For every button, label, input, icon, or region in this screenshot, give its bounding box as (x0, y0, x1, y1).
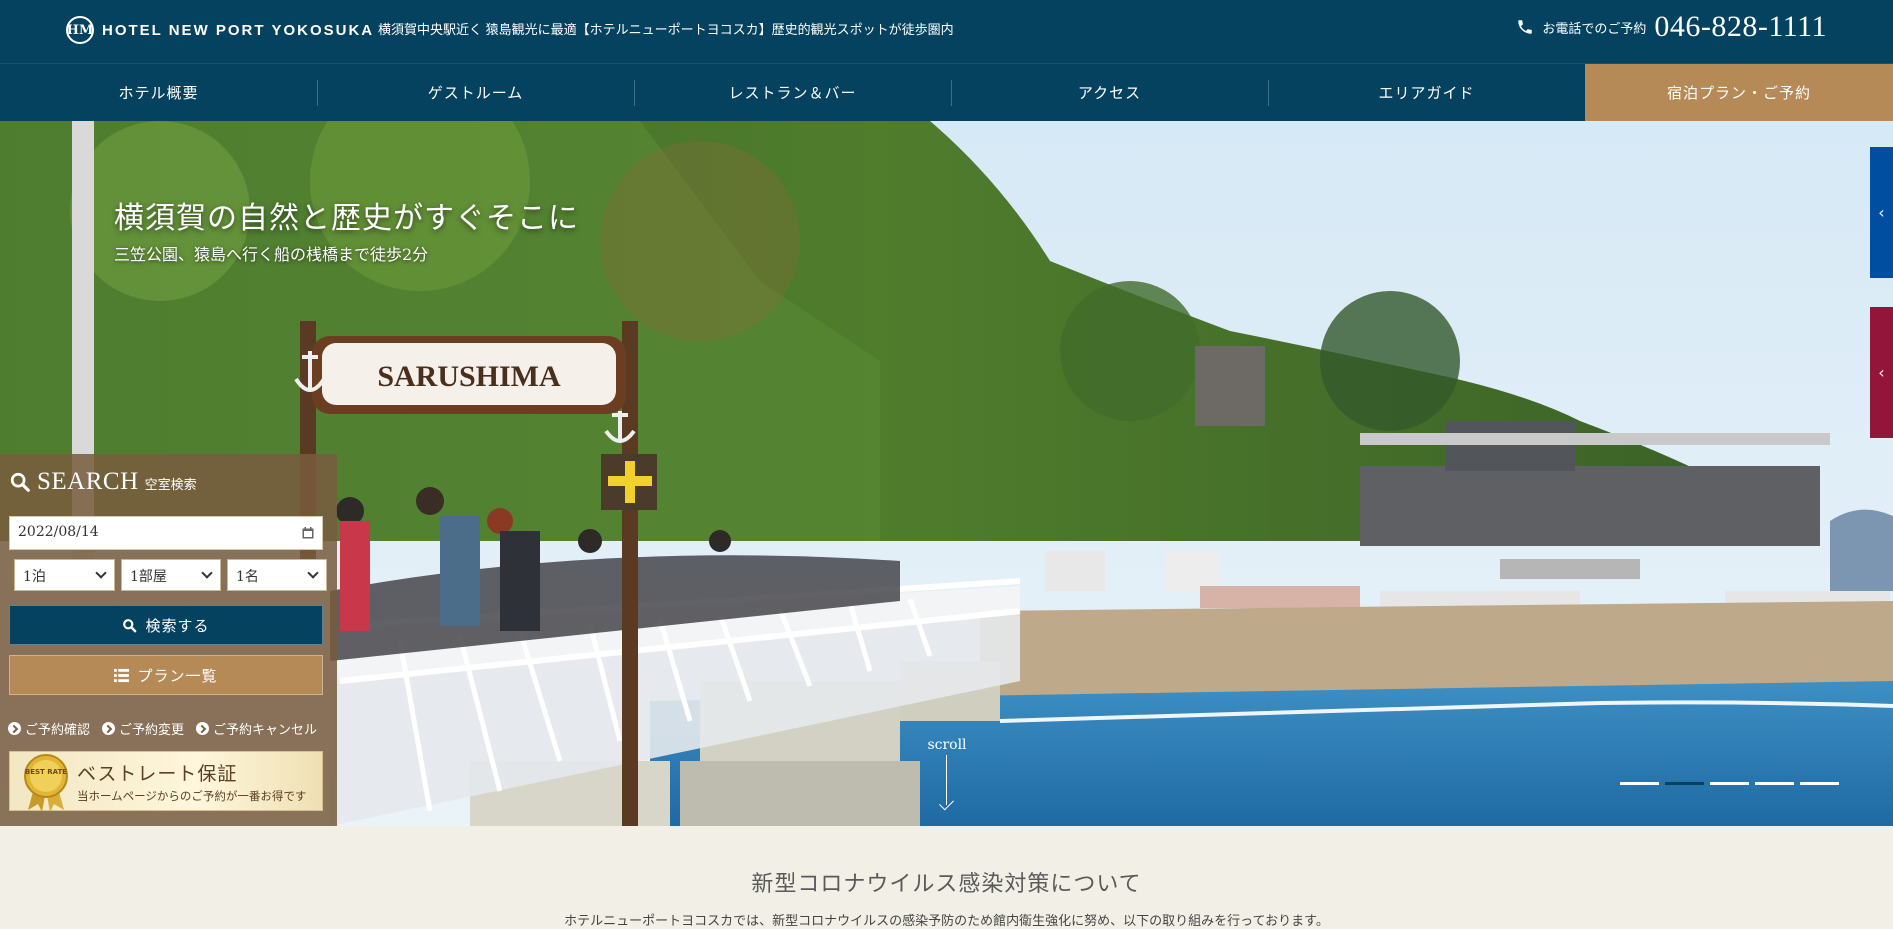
nav-item-area-guide[interactable]: エリアガイド (1268, 64, 1585, 121)
reservation-cancel-link[interactable]: ご予約キャンセル (196, 719, 317, 738)
best-rate-title: ベストレート保証 (77, 763, 238, 785)
reservation-links: ご予約確認 ご予約変更 ご予約キャンセル (8, 719, 317, 738)
best-rate-badge-text: BEST RATE (25, 768, 67, 776)
arrow-circle-icon (102, 722, 116, 735)
rooms-value: 1部屋 (130, 569, 167, 585)
best-rate-medal-icon: BEST RATE (24, 754, 68, 812)
main-nav: ホテル概要 ゲストルーム レストラン＆バー アクセス エリアガイド 宿泊プラン・… (0, 63, 1893, 121)
slide-indicators (1620, 782, 1839, 785)
slide-dot[interactable] (1800, 782, 1839, 785)
nav-item-guest-rooms[interactable]: ゲストルーム (317, 64, 634, 121)
slide-dot[interactable] (1710, 782, 1749, 785)
site-header: HM HOTEL NEW PORT YOKOSUKA 横須賀中央駅近く 猿島観光… (0, 0, 1893, 63)
arrow-circle-icon (196, 722, 210, 735)
rooms-select[interactable]: 1部屋 (121, 559, 221, 591)
nav-item-reservation[interactable]: 宿泊プラン・ご予約 (1585, 64, 1893, 121)
chevron-down-icon (307, 567, 319, 579)
slide-dot[interactable] (1755, 782, 1794, 785)
slide-dot[interactable] (1620, 782, 1659, 785)
logo-emblem-icon: HM (66, 16, 94, 44)
reservation-change-label: ご予約変更 (119, 723, 185, 738)
nights-select[interactable]: 1泊 (14, 559, 115, 591)
best-rate-subtitle: 当ホームページからのご予約が一番お得です (77, 791, 307, 803)
covid-notice-title: 新型コロナウイルス感染対策について (751, 872, 1142, 897)
phone-label: お電話でのご予約 (1542, 20, 1647, 36)
nav-item-access[interactable]: アクセス (951, 64, 1268, 121)
checkin-date-input[interactable]: 2022/08/14 (9, 516, 323, 550)
search-button-label: 検索する (145, 616, 210, 635)
search-subtitle: 空室検索 (144, 478, 197, 493)
reservation-change-link[interactable]: ご予約変更 (102, 719, 184, 738)
list-icon (114, 668, 130, 682)
nav-item-restaurant-bar[interactable]: レストラン＆バー (634, 64, 951, 121)
search-title: SEARCH (37, 468, 139, 495)
search-button[interactable]: 検索する (9, 605, 323, 645)
chevron-down-icon (201, 567, 213, 579)
search-header: SEARCH 空室検索 (9, 468, 197, 496)
reservation-confirm-label: ご予約確認 (25, 723, 91, 738)
sarushima-sign-text: SARUSHIMA (377, 360, 561, 393)
chevron-down-icon (95, 567, 107, 579)
guests-value: 1名 (236, 569, 259, 585)
hotel-logo[interactable]: HM HOTEL NEW PORT YOKOSUKA (66, 16, 374, 44)
checkin-date-value: 2022/08/14 (18, 524, 99, 540)
logo-text: HOTEL NEW PORT YOKOSUKA (102, 21, 375, 39)
nav-item-hotel-overview[interactable]: ホテル概要 (0, 64, 317, 121)
plan-list-button[interactable]: プラン一覧 (9, 655, 323, 695)
best-rate-banner[interactable]: BEST RATE ベストレート保証 当ホームページからのご予約が一番お得です (9, 751, 323, 812)
slide-dot-active[interactable] (1665, 782, 1704, 785)
phone-contact[interactable]: お電話でのご予約 046-828-1111 (1516, 10, 1827, 44)
phone-icon (1518, 20, 1533, 34)
stay-selects: 1泊 1部屋 1名 (14, 559, 327, 591)
covid-notice-body: ホテルニューポートヨコスカでは、新型コロナウイルスの感染予防のため館内衛生強化に… (564, 913, 1329, 928)
hero-subtitle: 三笠公園、猿島へ行く船の桟橋まで徒歩2分 (114, 245, 429, 264)
side-tab-blue[interactable]: ‹ (1870, 147, 1893, 278)
side-tab-red[interactable]: ‹ (1870, 307, 1893, 438)
guests-select[interactable]: 1名 (227, 559, 327, 591)
nights-value: 1泊 (23, 569, 46, 585)
reservation-confirm-link[interactable]: ご予約確認 (8, 719, 90, 738)
arrow-circle-icon (8, 722, 21, 735)
chevron-left-icon: ‹ (1878, 203, 1885, 222)
phone-number[interactable]: 046-828-1111 (1654, 10, 1827, 44)
plan-list-button-label: プラン一覧 (137, 666, 218, 685)
search-panel: SEARCH 空室検索 2022/08/14 1泊 1部屋 1名 検索する プラ… (0, 454, 337, 826)
search-icon (10, 472, 30, 492)
scroll-label[interactable]: scroll (927, 737, 967, 753)
chevron-left-icon: ‹ (1878, 363, 1885, 382)
hero-title: 横須賀の自然と歴史がすぐそこに (114, 201, 579, 236)
search-icon (123, 618, 137, 632)
reservation-cancel-label: ご予約キャンセル (213, 723, 318, 738)
calendar-icon (302, 527, 314, 539)
site-tagline: 横須賀中央駅近く 猿島観光に最適【ホテルニューポートヨコスカ】歴史的観光スポット… (378, 22, 954, 37)
